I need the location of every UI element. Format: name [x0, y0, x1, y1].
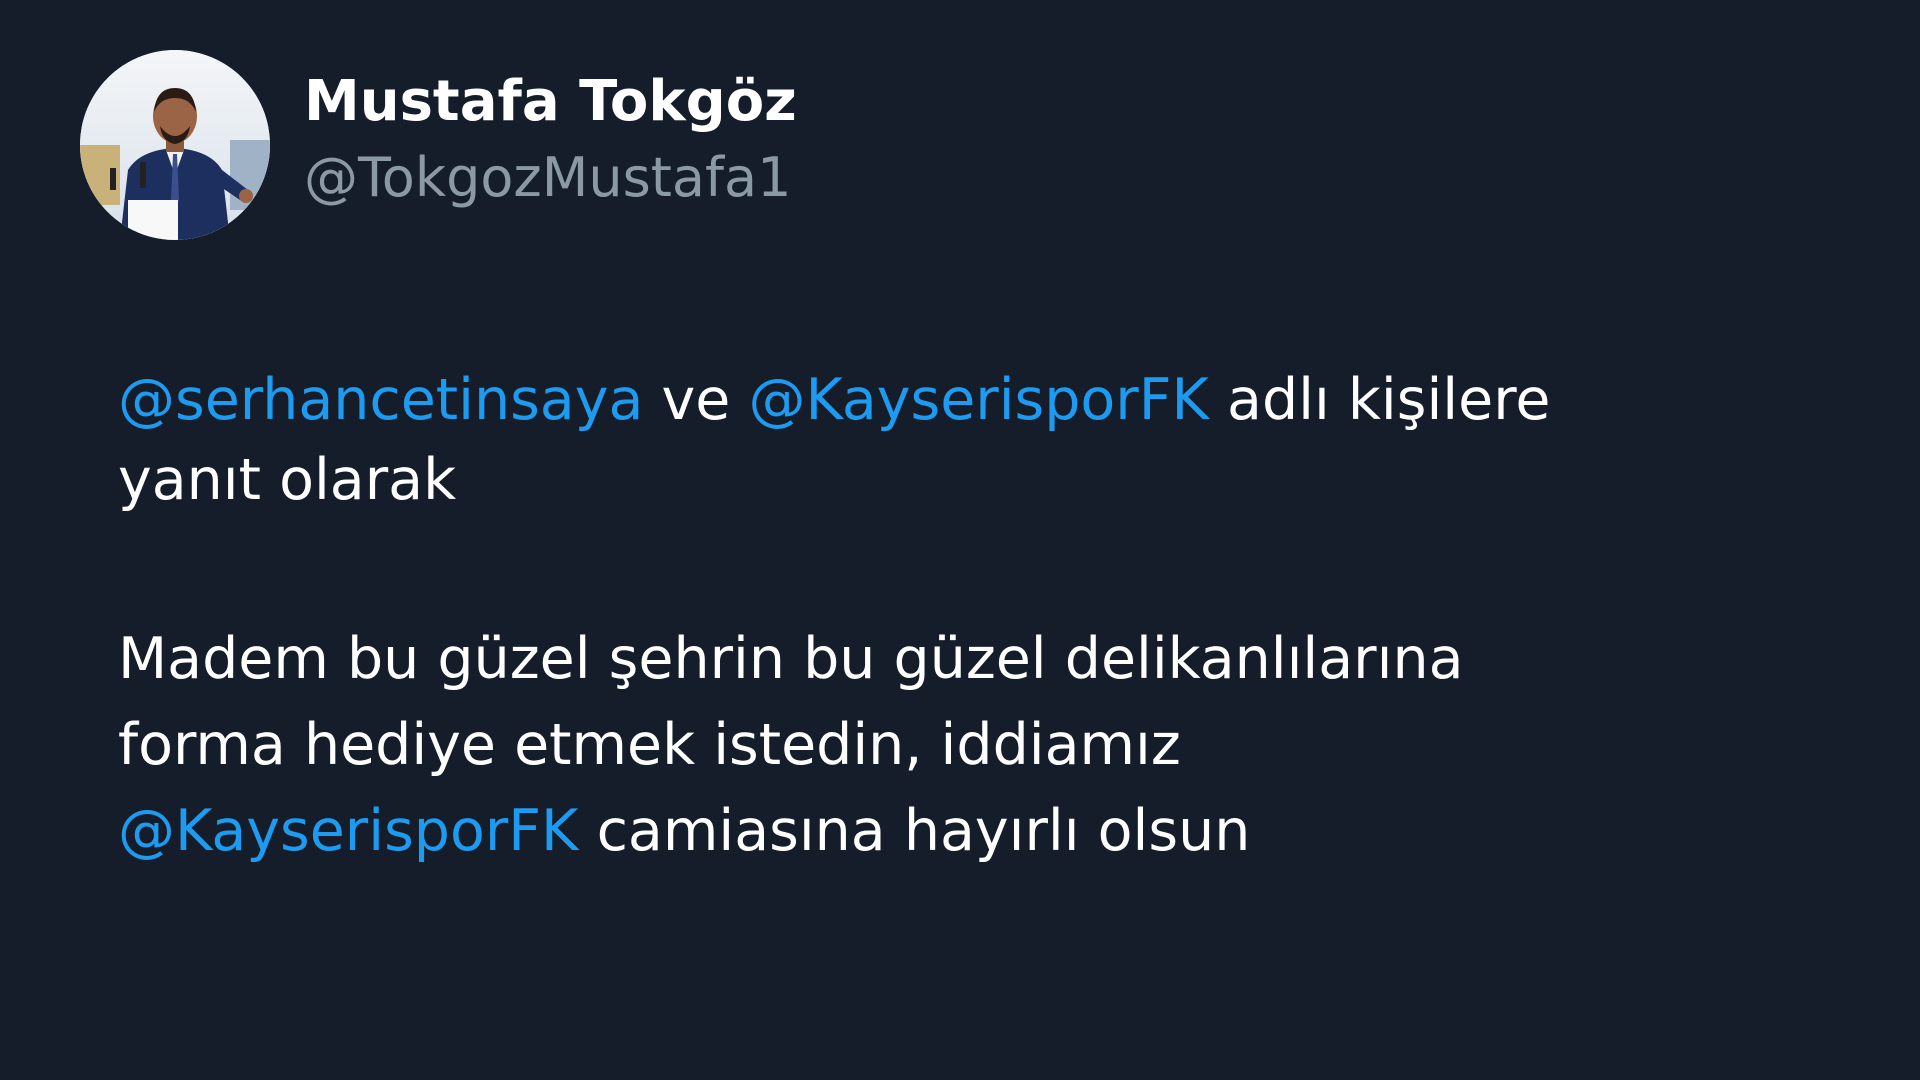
tweet-text-line: Madem bu güzel şehrin bu güzel delikanlı…: [118, 626, 1464, 692]
tweet-text-line: forma hediye etmek istedin, iddiamız: [118, 712, 1181, 778]
tweet-header: Mustafa Tokgöz @TokgozMustafa1: [80, 50, 797, 240]
mention-link[interactable]: @KayserisporFK: [748, 367, 1208, 433]
reply-joiner: ve: [661, 367, 731, 433]
reply-context: @serhancetinsaya ve @KayserisporFK adlı …: [118, 360, 1678, 520]
tweet-text-line: camiasına hayırlı olsun: [596, 798, 1251, 864]
tweet-body: @serhancetinsaya ve @KayserisporFK adlı …: [118, 360, 1678, 874]
mention-link[interactable]: @KayserisporFK: [118, 798, 578, 864]
reply-suffix-line2: yanıt olarak: [118, 447, 457, 513]
reply-suffix: adlı kişilere: [1227, 367, 1551, 433]
tweet-text: Madem bu güzel şehrin bu güzel delikanlı…: [118, 616, 1678, 874]
author-identity: Mustafa Tokgöz @TokgozMustafa1: [304, 66, 797, 218]
author-handle[interactable]: @TokgozMustafa1: [304, 138, 797, 218]
avatar[interactable]: [80, 50, 270, 240]
mention-link[interactable]: @serhancetinsaya: [118, 367, 643, 433]
author-display-name[interactable]: Mustafa Tokgöz: [304, 66, 797, 138]
profile-photo-icon: [80, 50, 270, 240]
